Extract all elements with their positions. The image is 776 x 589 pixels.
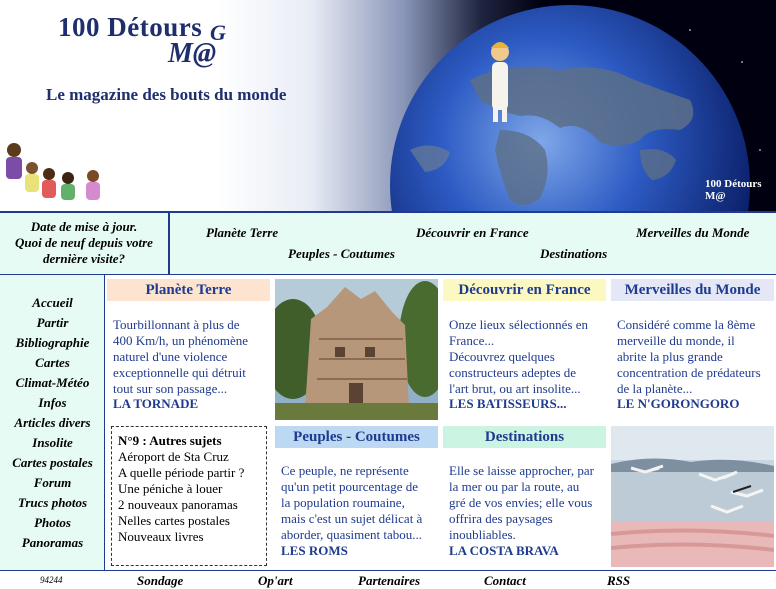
text-line: mais c'est un sujet délicat à [281, 511, 423, 526]
update-line-3: dernière visite? [43, 251, 125, 266]
section-header-planete-terre[interactable]: Planète Terre [107, 279, 270, 301]
section-header-decouvrir-france[interactable]: Découvrir en France [443, 279, 606, 301]
text-line: gré de vos envies; elle vous [449, 495, 593, 510]
section-text-planete-terre: Tourbillonnant à plus de 400 Km/h, un ph… [113, 317, 273, 397]
text-line: constructeurs adeptes de [449, 365, 577, 380]
text-line: Onze lieux sélectionnés en [449, 317, 588, 332]
text-line: la mer ou par la route, au [449, 479, 580, 494]
other-topic-item[interactable]: Nouveaux livres [118, 529, 260, 545]
site-title-mac-text: M@ [168, 38, 217, 69]
section-text-peuples-coutumes: Ce peuple, ne représente qu'un petit pou… [281, 463, 443, 543]
text-line: la population roumaine, [281, 495, 405, 510]
text-line: tout sur son passage... [113, 381, 228, 396]
other-topics-box: N°9 : Autres sujets Aéroport de Sta Cruz… [111, 426, 267, 566]
sidebar-item-cartes-postales[interactable]: Cartes postales [0, 455, 105, 471]
text-line: abrite la plus grande [617, 349, 723, 364]
globe-caption-text: 100 Détours [705, 178, 762, 190]
nav-link-planete-terre[interactable]: Planète Terre [206, 225, 278, 241]
text-line: naturel d'une violence [113, 349, 228, 364]
sidebar-item-partir[interactable]: Partir [0, 315, 105, 331]
other-topic-item[interactable]: Nelles cartes postales [118, 513, 260, 529]
other-topic-item[interactable]: Une péniche à louer [118, 481, 260, 497]
text-line: Tourbillonnant à plus de [113, 317, 240, 332]
article-link-ngorongoro[interactable]: LE N'GORONGORO [617, 396, 739, 412]
sidebar-item-infos[interactable]: Infos [0, 395, 105, 411]
sidebar-item-insolite[interactable]: Insolite [0, 435, 105, 451]
photo-ideal-palace[interactable] [275, 279, 438, 420]
top-navigation: Date de mise à jour. Quoi de neuf depuis… [0, 211, 776, 275]
site-logo-mark: G [210, 20, 226, 45]
text-line: exceptionnelle qui détruit [113, 365, 246, 380]
other-topic-item[interactable]: A quelle période partir ? [118, 465, 260, 481]
section-header-peuples-coutumes[interactable]: Peuples - Coutumes [275, 426, 438, 448]
sidebar-item-bibliographie[interactable]: Bibliographie [0, 335, 105, 351]
sidebar-item-panoramas[interactable]: Panoramas [0, 535, 105, 551]
article-link-batisseurs[interactable]: LES BATISSEURS... [449, 396, 567, 412]
nav-link-decouvrir-france[interactable]: Découvrir en France [416, 225, 529, 241]
section-header-merveilles-monde[interactable]: Merveilles du Monde [611, 279, 774, 301]
update-line-2: Quoi de neuf depuis votre [15, 235, 153, 250]
text-line: de la planète... [617, 381, 693, 396]
other-topic-item[interactable]: 2 nouveaux panoramas [118, 497, 260, 513]
text-line: inoubliables. [449, 527, 516, 542]
text-line: concentration de prédateurs [617, 365, 761, 380]
footer-bar: 94244 Sondage Op'art Partenaires Contact… [0, 570, 776, 588]
sidebar-item-photos[interactable]: Photos [0, 515, 105, 531]
globe-caption-mac: M@ [705, 190, 726, 202]
sidebar-item-climat-meteo[interactable]: Climat-Météo [0, 375, 105, 391]
text-line: qu'un petit pourcentage de [281, 479, 418, 494]
sidebar-item-trucs-photos[interactable]: Trucs photos [0, 495, 105, 511]
nav-link-merveilles-monde[interactable]: Merveilles du Monde [636, 225, 749, 241]
text-line: aborder, quasiment tabou... [281, 527, 422, 542]
text-line: Considéré comme la 8ème [617, 317, 756, 332]
text-line: 400 Km/h, un phénomène [113, 333, 249, 348]
other-topics-title: N°9 : Autres sujets [118, 433, 222, 448]
site-title-mac: M@ [168, 38, 216, 70]
section-text-decouvrir-france: Onze lieux sélectionnés en France... Déc… [449, 317, 609, 397]
text-line: France... [449, 333, 495, 348]
section-text-destinations: Elle se laisse approcher, par la mer ou … [449, 463, 611, 543]
visitor-counter: 94244 [40, 575, 63, 585]
globe-caption: 100 Détours M@ [705, 178, 776, 202]
photo-flamingos[interactable] [611, 426, 774, 567]
sidebar-item-articles-divers[interactable]: Articles divers [0, 415, 105, 431]
text-line: offrira des paysages [449, 511, 553, 526]
site-tagline: Le magazine des bouts du monde [46, 85, 287, 104]
update-line-1: Date de mise à jour. [30, 219, 138, 234]
nav-link-destinations[interactable]: Destinations [540, 246, 607, 262]
sidebar-item-forum[interactable]: Forum [0, 475, 105, 491]
section-text-merveilles-monde: Considéré comme la 8ème merveille du mon… [617, 317, 776, 397]
article-link-costa-brava[interactable]: LA COSTA BRAVA [449, 543, 559, 559]
sidebar-menu: Accueil Partir Bibliographie Cartes Clim… [0, 275, 105, 571]
article-link-roms[interactable]: LES ROMS [281, 543, 348, 559]
update-notice[interactable]: Date de mise à jour. Quoi de neuf depuis… [0, 213, 170, 275]
text-line: l'art brut, ou art insolite... [449, 381, 581, 396]
text-line: Découvrez quelques [449, 349, 555, 364]
article-link-tornade[interactable]: LA TORNADE [113, 396, 198, 412]
text-line: merveille du monde, il [617, 333, 735, 348]
sidebar-item-accueil[interactable]: Accueil [0, 295, 105, 311]
header-banner: ✦ 100 Détours M@ G Le magazine des bouts… [0, 0, 776, 211]
text-line: Ce peuple, ne représente [281, 463, 409, 478]
other-topic-item[interactable]: Aéroport de Sta Cruz [118, 449, 260, 465]
text-line: Elle se laisse approcher, par [449, 463, 594, 478]
section-header-destinations[interactable]: Destinations [443, 426, 606, 448]
nav-link-peuples-coutumes[interactable]: Peuples - Coutumes [288, 246, 395, 262]
sidebar-item-cartes[interactable]: Cartes [0, 355, 105, 371]
